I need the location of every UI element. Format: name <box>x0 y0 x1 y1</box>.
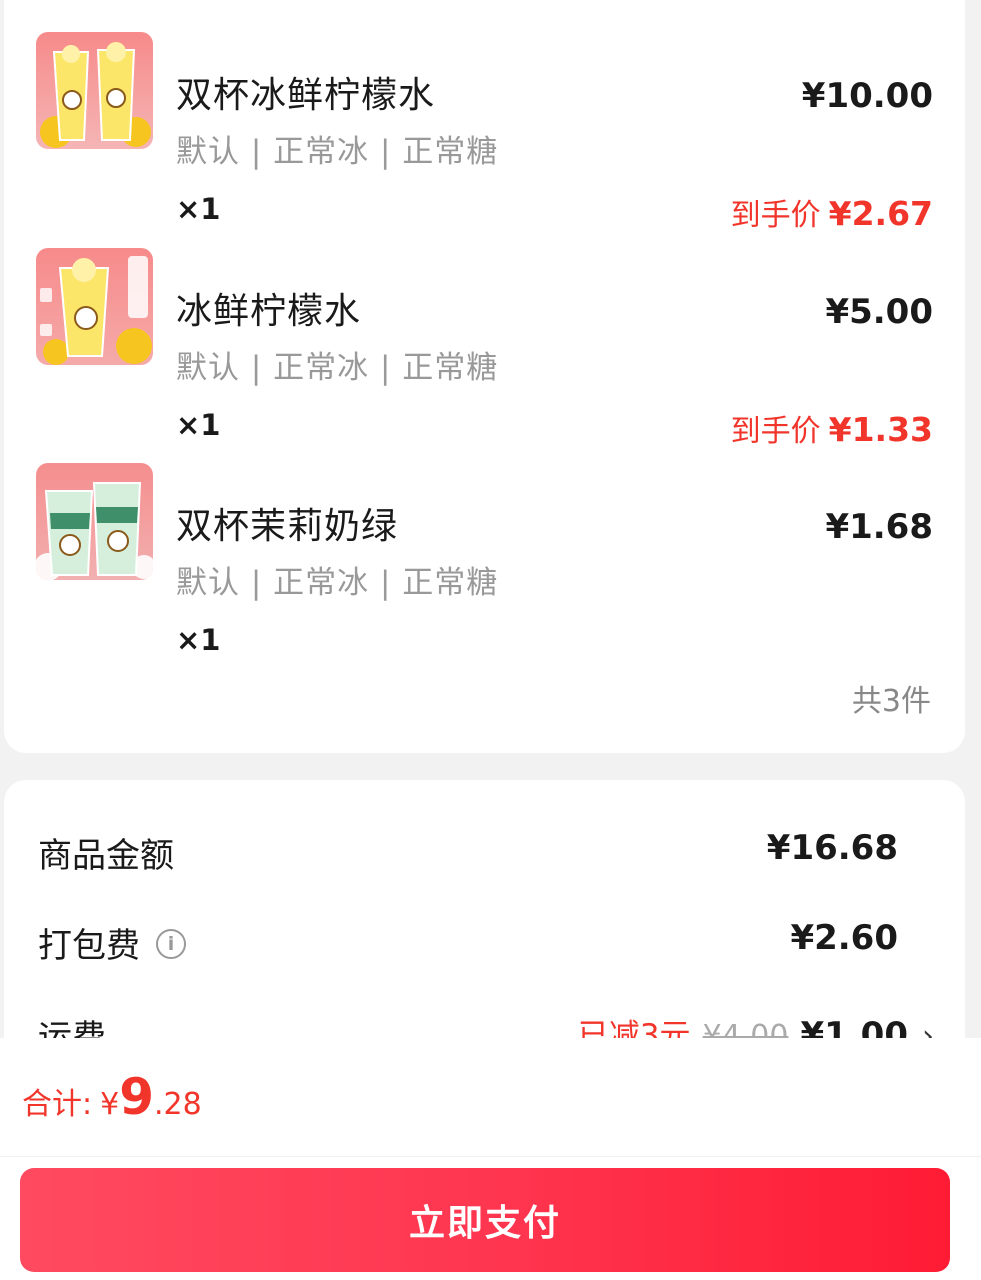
final-price-value: ¥1.33 <box>828 410 933 449</box>
item-final-price: 到手价 ¥2.67 <box>731 190 933 234</box>
pay-now-button[interactable]: 立即支付 <box>20 1168 950 1272</box>
total-decimal: .28 <box>154 1087 202 1122</box>
item-price: ¥5.00 <box>825 292 933 332</box>
item-count: 共3件 <box>851 684 931 719</box>
item-quantity: ×1 <box>176 408 221 442</box>
product-image <box>36 32 153 149</box>
item-price: ¥1.68 <box>825 507 933 547</box>
packing-fee-value: ¥2.60 <box>790 918 898 958</box>
item-spec: 默认 | 正常冰 | 正常糖 <box>176 134 499 170</box>
order-total: 合计: ¥9.28 <box>22 1068 202 1126</box>
final-price-value: ¥2.67 <box>828 194 933 233</box>
item-quantity: ×1 <box>176 623 221 657</box>
item-name: 双杯茉莉奶绿 <box>176 506 399 547</box>
list-item[interactable]: 冰鲜柠檬水 默认 | 正常冰 | 正常糖 ×1 ¥5.00 到手价 ¥1.33 <box>4 248 965 450</box>
goods-amount-label: 商品金额 <box>38 836 174 876</box>
goods-amount-value: ¥16.68 <box>766 828 898 868</box>
checkout-footer: 合计: ¥9.28 立即支付 <box>0 1038 981 1280</box>
item-spec: 默认 | 正常冰 | 正常糖 <box>176 350 499 386</box>
product-image <box>36 248 153 365</box>
packing-fee-label: 打包费 <box>38 926 140 966</box>
item-price: ¥10.00 <box>801 76 933 116</box>
total-integer: 9 <box>119 1068 154 1126</box>
packing-fee-row: 打包费 i ¥2.60 <box>38 910 898 970</box>
item-quantity: ×1 <box>176 192 221 226</box>
product-image <box>36 463 153 580</box>
order-items-card: 双杯冰鲜柠檬水 默认 | 正常冰 | 正常糖 ×1 ¥10.00 到手价 ¥2.6… <box>4 0 965 753</box>
total-currency: ¥ <box>100 1087 120 1122</box>
item-name: 冰鲜柠檬水 <box>176 291 362 332</box>
list-item[interactable]: 双杯茉莉奶绿 默认 | 正常冰 | 正常糖 ×1 ¥1.68 <box>4 463 965 663</box>
total-label: 合计: <box>22 1087 93 1122</box>
list-item[interactable]: 双杯冰鲜柠檬水 默认 | 正常冰 | 正常糖 ×1 ¥10.00 到手价 ¥2.6… <box>4 32 965 234</box>
item-spec: 默认 | 正常冰 | 正常糖 <box>176 565 499 601</box>
final-price-label: 到手价 <box>730 414 821 449</box>
fee-summary-card: 商品金额 ¥16.68 打包费i ¥2.60 运费 已减3元¥4.00¥1.00… <box>4 780 965 1080</box>
final-price-label: 到手价 <box>730 198 821 233</box>
divider <box>0 1156 981 1157</box>
item-final-price: 到手价 ¥1.33 <box>731 406 933 450</box>
item-name: 双杯冰鲜柠檬水 <box>176 75 436 116</box>
goods-amount-row: 商品金额 ¥16.68 <box>38 820 898 880</box>
info-icon[interactable]: i <box>156 928 186 959</box>
